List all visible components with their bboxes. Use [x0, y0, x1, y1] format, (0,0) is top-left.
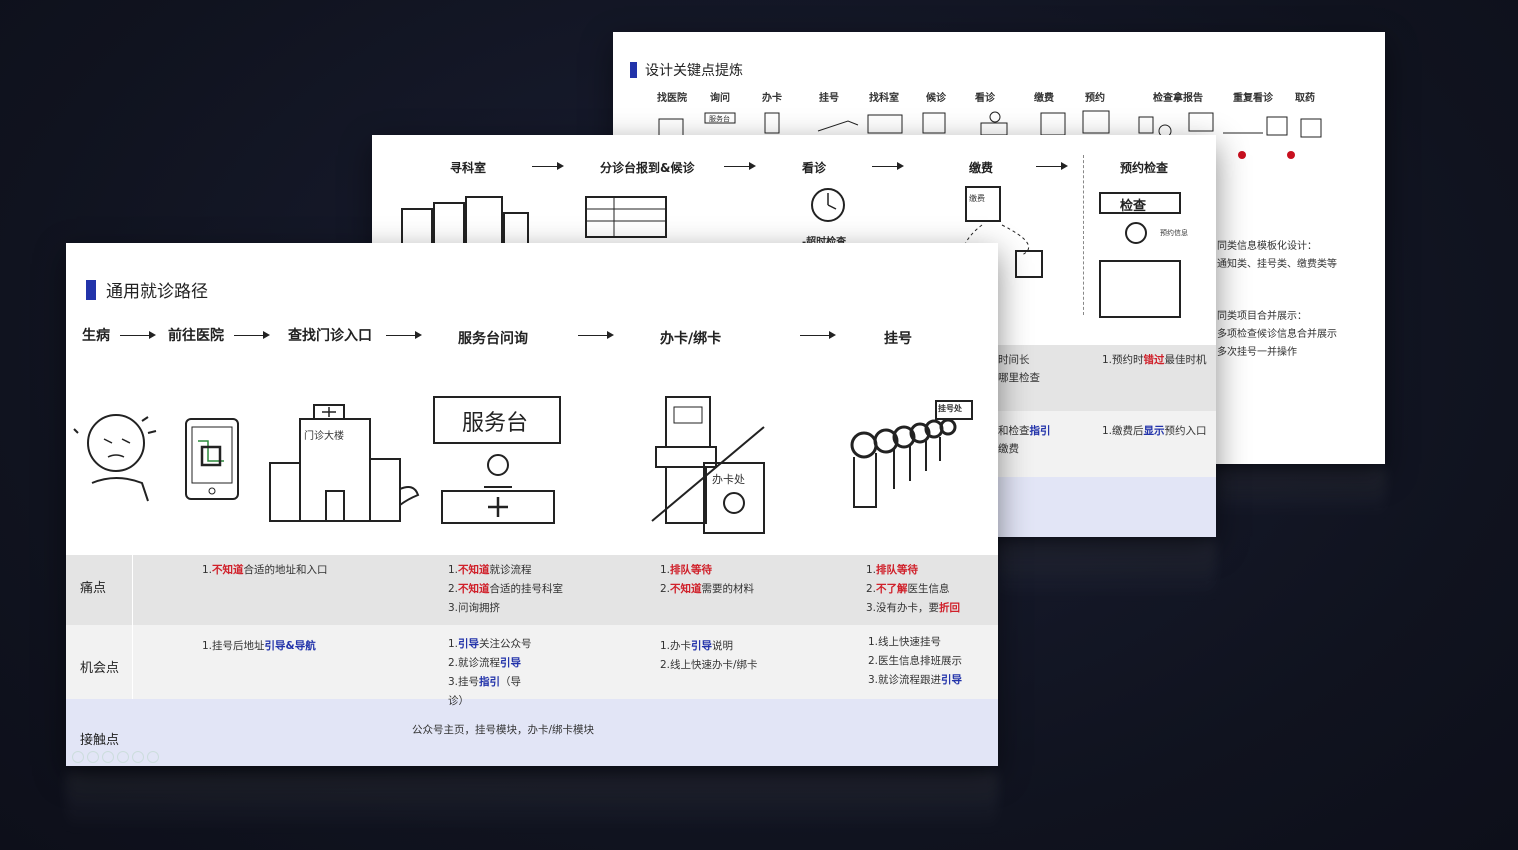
- more-icon[interactable]: [147, 751, 159, 763]
- sketch-label-service: 服务台: [709, 115, 730, 123]
- key-point-dot: [1238, 151, 1246, 159]
- sketch-clock: [811, 188, 845, 222]
- flow-arrow: [120, 331, 156, 339]
- grid-icon[interactable]: [117, 751, 129, 763]
- step-label: 询问: [710, 93, 730, 104]
- step-label: 找科室: [869, 93, 899, 104]
- opportunity-cell: 和检查指引: [998, 425, 1051, 437]
- slide-controls[interactable]: [72, 751, 159, 763]
- note-text: 多次挂号一并操作: [1217, 347, 1297, 358]
- sketch-caption: 缴费: [969, 194, 985, 203]
- flow-arrow: [234, 331, 270, 339]
- opportunity-cell-location: 1.挂号后地址引导&导航: [202, 640, 316, 652]
- step-label: 服务台问询: [458, 331, 528, 347]
- slide-title: 通用就诊路径: [86, 277, 208, 302]
- slide-title-text: 通用就诊路径: [106, 282, 208, 302]
- title-accent-bar: [630, 62, 637, 78]
- step-label: 寻科室: [450, 161, 487, 175]
- step-label: 挂号: [884, 331, 912, 347]
- pain-cell-register: 1.排队等待 2.不了解医生信息 3.没有办卡，要折回: [866, 564, 961, 614]
- sketch-label-card: 办卡处: [712, 473, 745, 486]
- pain-cell: 1.预约时错过最佳时机: [1102, 354, 1207, 366]
- slide-reflection: [998, 540, 1216, 600]
- step-label: 候诊: [926, 93, 946, 104]
- step-label: 查找门诊入口: [288, 328, 372, 344]
- sketch-caption: 检查: [1120, 199, 1147, 214]
- note-text: 多项检查候诊信息合并展示: [1217, 329, 1337, 340]
- step-label: 缴费: [1034, 93, 1054, 104]
- step-label: 看诊: [975, 93, 995, 104]
- opportunity-cell-service: 1.引导关注公众号 2.就诊流程引导 3.挂号指引（导 诊）: [448, 638, 532, 707]
- flow-arrow: [578, 331, 614, 339]
- sketch-queue-board: [585, 196, 667, 238]
- sketch-phone-map: [185, 418, 239, 500]
- sketch-card-office: [651, 396, 765, 534]
- step-label: 办卡: [762, 93, 782, 104]
- pen-icon[interactable]: [102, 751, 114, 763]
- step-label: 分诊台报到&候诊: [600, 161, 695, 175]
- step-label: 生病: [82, 328, 110, 344]
- step-label: 预约: [1085, 93, 1105, 104]
- slide-reflection: [1216, 468, 1386, 518]
- pain-cell: 哪里检查: [998, 372, 1040, 384]
- opportunity-cell-card: 1.办卡引导说明 2.线上快速办卡/绑卡: [660, 640, 758, 671]
- title-accent-bar: [86, 279, 96, 300]
- prev-icon[interactable]: [72, 751, 84, 763]
- slide-reflection: [66, 772, 998, 832]
- step-label: 找医院: [657, 93, 687, 104]
- sketch-label-desk: 服务台: [462, 411, 529, 436]
- flow-arrow: [724, 162, 756, 170]
- opportunity-cell: 缴费: [998, 443, 1019, 455]
- step-label: 挂号: [819, 93, 839, 104]
- sketch-label-queue: 挂号处: [938, 404, 962, 413]
- flow-arrow: [872, 162, 904, 170]
- row-label-opportunity: 机会点: [80, 661, 120, 676]
- row-label-touch: 接触点: [80, 733, 120, 748]
- pain-cell-card: 1.排队等待 2.不知道需要的材料: [660, 564, 755, 595]
- step-label: 看诊: [802, 161, 827, 175]
- sketch-outpatient-building: [269, 404, 420, 522]
- flow-arrow: [1036, 162, 1068, 170]
- slide-general-journey[interactable]: 通用就诊路径 生病 前往医院 查找门诊入口 服务台问询 办卡/绑卡 挂号 门诊大…: [66, 243, 998, 766]
- note-text: 通知类、挂号类、缴费类等: [1217, 259, 1337, 270]
- zoom-icon[interactable]: [132, 751, 144, 763]
- step-label: 办卡/绑卡: [660, 331, 722, 347]
- step-label: 预约检查: [1120, 161, 1169, 175]
- next-icon[interactable]: [87, 751, 99, 763]
- step-label: 重复看诊: [1233, 93, 1273, 104]
- pain-cell: 时间长: [998, 354, 1030, 366]
- key-point-dot: [1287, 151, 1295, 159]
- sketch-caption: 预约信息: [1160, 229, 1188, 237]
- slide-title: 设计关键点提炼: [630, 60, 743, 80]
- sketch-label-building: 门诊大楼: [304, 431, 344, 442]
- note-text: 同类项目合并展示：: [1217, 311, 1307, 322]
- flow-arrow: [532, 162, 564, 170]
- opportunity-cell: 1.缴费后显示预约入口: [1102, 425, 1207, 437]
- note-text: 同类信息模板化设计：: [1217, 241, 1317, 252]
- opportunity-cell-register: 1.线上快速挂号 2.医生信息排班展示 3.就诊流程跟进引导: [868, 636, 963, 686]
- slide-title-text: 设计关键点提炼: [645, 63, 743, 79]
- row-divider: [132, 555, 133, 699]
- sketch-sick-person: [73, 414, 157, 502]
- flow-arrow: [386, 331, 422, 339]
- row-label-pain: 痛点: [80, 581, 107, 596]
- pain-cell-service: 1.不知道就诊流程 2.不知道合适的挂号科室 3.问询拥挤: [448, 564, 564, 614]
- step-label: 缴费: [969, 161, 994, 175]
- step-label: 检查拿报告: [1153, 93, 1203, 104]
- sketch-queue: [850, 400, 973, 508]
- pain-cell-location: 1.不知道合适的地址和入口: [202, 564, 328, 576]
- divider-line: [1083, 155, 1084, 315]
- step-label: 取药: [1295, 93, 1315, 104]
- touchpoint-text: 公众号主页，挂号模块，办卡/绑卡模块: [412, 724, 595, 736]
- flow-arrow: [800, 331, 836, 339]
- step-label: 前往医院: [168, 328, 224, 344]
